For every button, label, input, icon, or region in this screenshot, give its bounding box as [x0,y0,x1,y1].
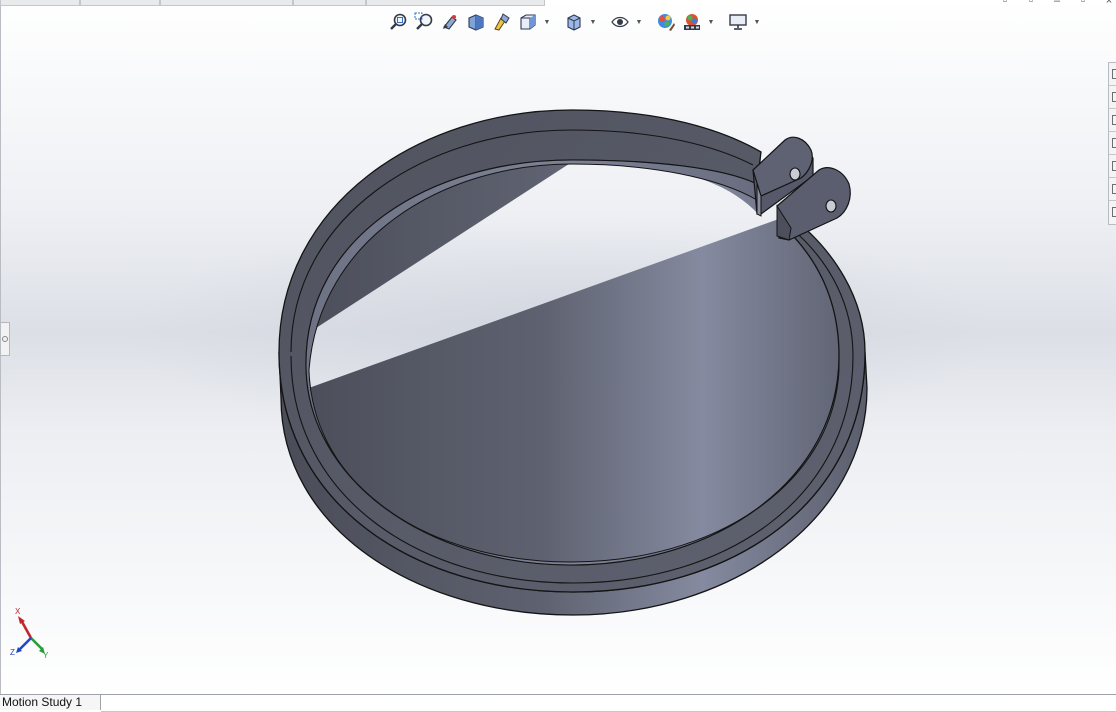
apply-scene-icon[interactable] [681,11,703,33]
task-tab-design-library[interactable] [1109,86,1116,109]
expand-handle-icon [2,336,8,342]
top-tab-5[interactable] [366,0,545,6]
solidworks-window: ▼ ▼ ▼ ▼ ▼ X Y Z ▫ ▫ – ▫ × Motion Study 1 [0,0,1116,712]
top-tab-4[interactable] [293,0,366,6]
apply-scene-dropdown-icon[interactable]: ▼ [707,11,715,33]
view-settings-dropdown-icon[interactable]: ▼ [753,11,761,33]
minimize-icon[interactable]: – [1050,0,1064,7]
view-settings-icon[interactable] [727,11,749,33]
previous-view-icon[interactable] [439,11,461,33]
task-tab-resources[interactable] [1109,63,1116,86]
display-style-dropdown-icon[interactable]: ▼ [589,11,597,33]
heads-up-view-toolbar: ▼ ▼ ▼ ▼ ▼ [387,10,761,34]
hide-show-dropdown-icon[interactable]: ▼ [635,11,643,33]
task-tab-view-palette[interactable] [1109,132,1116,155]
task-tab-forum[interactable] [1109,201,1116,224]
document-tab-strip [0,0,545,7]
edit-appearance-icon[interactable] [655,11,677,33]
zoom-to-area-icon[interactable] [413,11,435,33]
triad-z-label: Z [10,648,15,657]
tab-motion-study[interactable]: Motion Study 1 [0,695,102,710]
ring-ear-left-hole [789,167,801,181]
bottom-tab-bar-fill [101,695,1116,712]
top-tab-1[interactable] [0,0,80,6]
task-tab-appearances[interactable] [1109,155,1116,178]
maximize-icon[interactable]: ▫ [1076,0,1090,7]
view-orientation-dropdown-icon[interactable]: ▼ [543,11,551,33]
tile-icon[interactable]: ▫ [1024,0,1038,7]
hide-show-items-icon[interactable] [609,11,631,33]
triad-y-label: Y [43,651,49,660]
top-tab-2[interactable] [80,0,160,6]
graphics-area[interactable]: ▼ ▼ ▼ ▼ ▼ X Y Z [0,0,1116,694]
display-style-icon[interactable] [563,11,585,33]
section-view-icon[interactable] [465,11,487,33]
close-icon[interactable]: × [1102,0,1116,7]
reference-triad: X Y Z [10,607,49,660]
clamp-ring-model[interactable] [1,0,1116,694]
triad-x-label: X [15,607,21,616]
task-tab-file-explorer[interactable] [1109,109,1116,132]
top-tab-3[interactable] [160,0,293,6]
restore-icon[interactable]: ▫ [998,0,1012,7]
zoom-to-fit-icon[interactable] [387,11,409,33]
task-tab-custom-properties[interactable] [1109,178,1116,201]
feature-manager-expand-handle[interactable] [1,322,10,356]
bottom-tab-bar: Motion Study 1 [0,694,1116,712]
view-orientation-icon[interactable] [517,11,539,33]
task-pane-tabs [1108,62,1116,225]
ring-ear-right-hole [825,199,837,213]
window-controls: ▫ ▫ – ▫ × [998,0,1116,7]
dynamic-annotation-icon[interactable] [491,11,513,33]
